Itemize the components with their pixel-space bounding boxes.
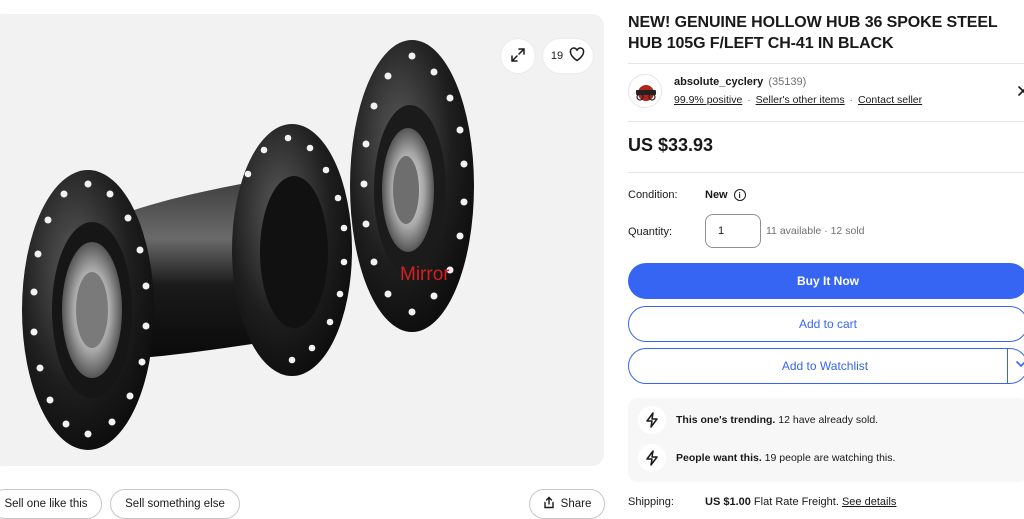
seller-card: absolute_cyclery (35139) 99.9% positive … xyxy=(628,73,1024,111)
trending-row: This one's trending. 12 have already sol… xyxy=(638,406,878,434)
quantity-value: 1 xyxy=(718,225,725,237)
sell-else-label: Sell something else xyxy=(125,498,225,510)
seller-feedback-count: (35139) xyxy=(768,76,807,88)
sell-something-else-button[interactable]: Sell something else xyxy=(110,489,240,519)
mirror-label: Mirror xyxy=(400,264,450,285)
product-image-gallery[interactable]: Mirror 19 xyxy=(0,14,604,466)
add-to-watchlist-label: Add to Watchlist xyxy=(781,359,869,373)
share-label: Share xyxy=(560,498,592,510)
condition-value-group: New i xyxy=(705,189,746,201)
condition-label: Condition: xyxy=(628,189,678,201)
divider xyxy=(628,172,1024,173)
chevron-down-icon[interactable] xyxy=(1015,358,1024,373)
sell-one-like-this-button[interactable]: Sell one like this xyxy=(0,489,102,519)
expand-icon xyxy=(510,47,526,66)
sell-one-label: Sell one like this xyxy=(4,498,88,510)
add-to-cart-button[interactable]: Add to cart xyxy=(628,306,1024,342)
product-image: Mirror xyxy=(22,40,474,450)
seller-avatar[interactable] xyxy=(628,74,662,108)
heart-icon xyxy=(569,47,585,65)
divider xyxy=(628,121,1024,122)
item-title: NEW! GENUINE HOLLOW HUB 36 SPOKE STEEL H… xyxy=(628,14,998,52)
add-to-cart-label: Add to cart xyxy=(798,317,858,331)
quantity-input[interactable]: 1 xyxy=(705,214,761,248)
seller-positive-link[interactable]: 99.9% positive xyxy=(674,94,742,106)
buy-it-now-button[interactable]: Buy It Now xyxy=(628,263,1024,299)
shipping-amount: US $1.00 xyxy=(705,496,751,508)
condition-value: New xyxy=(705,189,728,201)
expand-button[interactable] xyxy=(501,39,535,73)
divider xyxy=(1007,348,1008,384)
watchers-text: 19 people are watching this. xyxy=(761,452,896,464)
contact-seller-link[interactable]: Contact seller xyxy=(858,94,922,106)
info-icon[interactable]: i xyxy=(733,189,746,201)
lightning-icon xyxy=(638,406,666,434)
share-button[interactable]: Share xyxy=(529,489,605,519)
lightning-icon xyxy=(638,444,666,472)
add-to-watchlist-button[interactable]: Add to Watchlist xyxy=(628,348,1024,384)
separator-dot: · xyxy=(849,94,854,106)
quantity-label: Quantity: xyxy=(628,226,673,238)
shipping-method: Flat Rate Freight. xyxy=(750,496,842,508)
trending-text: 12 have already sold. xyxy=(775,414,879,426)
watchers-row: People want this. 19 people are watching… xyxy=(638,444,895,472)
watch-button[interactable]: 19 xyxy=(543,39,593,73)
watch-count: 19 xyxy=(550,50,564,62)
close-icon[interactable] xyxy=(1018,83,1024,101)
seller-other-items-link[interactable]: Seller's other items xyxy=(756,94,845,106)
item-details: NEW! GENUINE HOLLOW HUB 36 SPOKE STEEL H… xyxy=(628,0,1024,519)
watchers-bold: People want this. xyxy=(676,452,762,464)
trending-panel: This one's trending. 12 have already sol… xyxy=(628,398,1024,482)
quantity-availability: 11 available · 12 sold xyxy=(766,225,865,237)
shipping-details-link[interactable]: See details xyxy=(842,496,896,508)
shipping-label: Shipping: xyxy=(628,496,674,508)
divider xyxy=(628,63,1024,64)
share-icon xyxy=(543,496,555,512)
trending-bold: This one's trending. xyxy=(676,414,776,426)
item-price: US $33.93 xyxy=(628,135,714,155)
seller-name[interactable]: absolute_cyclery xyxy=(674,76,763,88)
separator-dot: · xyxy=(747,94,751,106)
buy-it-now-label: Buy It Now xyxy=(797,274,859,288)
